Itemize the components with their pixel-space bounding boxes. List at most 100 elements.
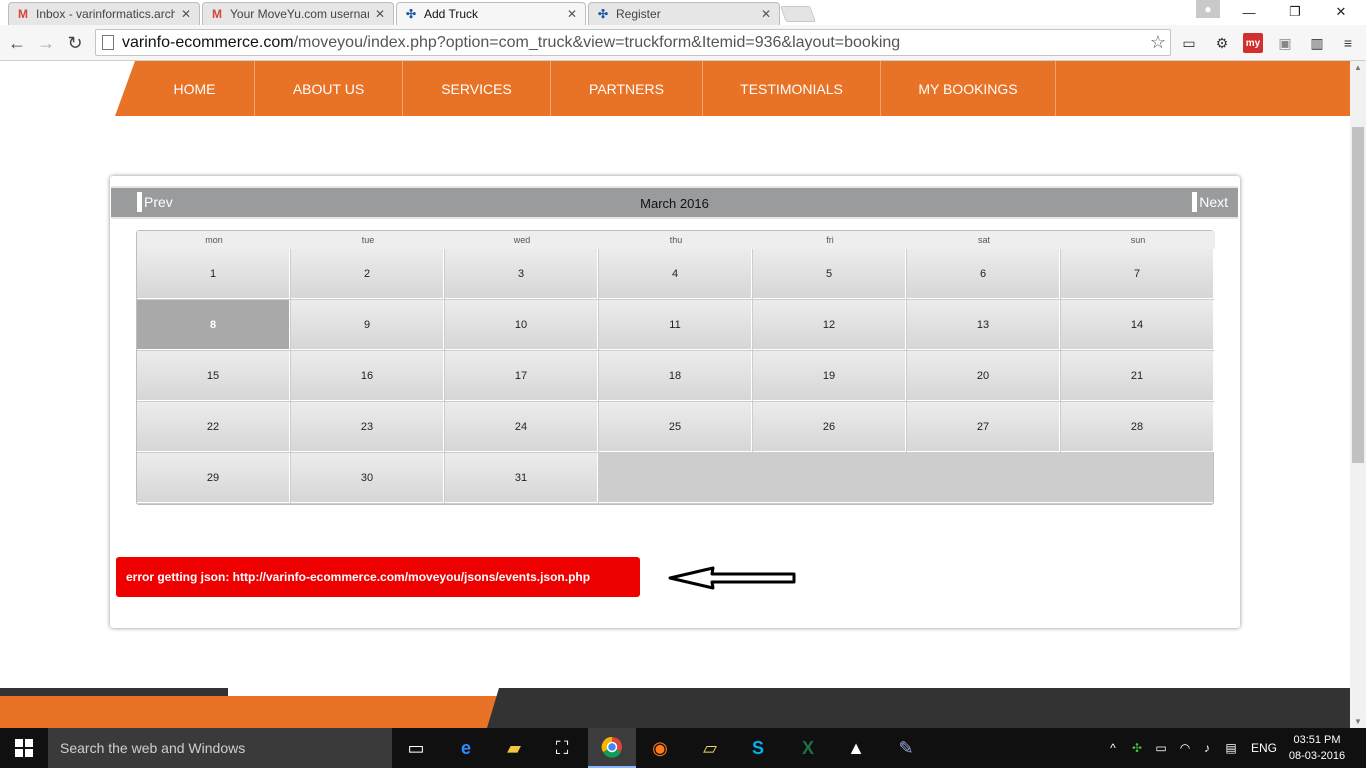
tab-add-truck[interactable]: ✣ Add Truck ✕ bbox=[396, 2, 586, 25]
extension-my-icon[interactable]: my bbox=[1243, 33, 1263, 53]
wifi-icon[interactable]: ◠ bbox=[1176, 728, 1194, 768]
calendar-day[interactable]: 15 bbox=[137, 351, 290, 401]
calendar-day[interactable]: 21 bbox=[1061, 351, 1214, 401]
calendar-day[interactable]: 16 bbox=[291, 351, 444, 401]
tab-register[interactable]: ✣ Register ✕ bbox=[588, 2, 780, 25]
close-icon[interactable]: ✕ bbox=[373, 7, 387, 21]
bookmark-star-icon[interactable]: ☆ bbox=[1150, 32, 1166, 53]
calendar-day[interactable]: 22 bbox=[137, 402, 290, 452]
calendar-empty-filler bbox=[599, 453, 1213, 503]
calendar-day[interactable]: 6 bbox=[907, 249, 1060, 299]
tab-inbox[interactable]: M Inbox - varinformatics.arch ✕ bbox=[8, 2, 200, 25]
browser-toolbar: ← → ↻ varinfo-ecommerce.com/moveyou/inde… bbox=[0, 25, 1366, 61]
cast-icon[interactable]: ▭ bbox=[1179, 33, 1199, 53]
chrome-icon[interactable] bbox=[588, 728, 636, 768]
network-share-icon[interactable]: ✣ bbox=[1128, 728, 1146, 768]
skype-icon[interactable]: S bbox=[734, 728, 782, 768]
calendar-day[interactable]: 5 bbox=[753, 249, 906, 299]
calendar-day[interactable]: 14 bbox=[1061, 300, 1214, 350]
calendar-day[interactable]: 18 bbox=[599, 351, 752, 401]
system-clock[interactable]: 03:51 PM 08-03-2016 bbox=[1284, 732, 1350, 764]
sticky-notes-icon[interactable]: ▱ bbox=[686, 728, 734, 768]
input-language[interactable]: ENG bbox=[1246, 728, 1282, 768]
restore-icon[interactable]: ❐ bbox=[1272, 0, 1318, 24]
task-view-icon[interactable]: ▭ bbox=[392, 728, 440, 768]
calendar-day[interactable]: 20 bbox=[907, 351, 1060, 401]
calendar-day[interactable]: 19 bbox=[753, 351, 906, 401]
calendar-day[interactable]: 24 bbox=[445, 402, 598, 452]
nav-item-my-bookings[interactable]: MY BOOKINGS bbox=[881, 61, 1056, 116]
photos-icon[interactable]: ▲ bbox=[832, 728, 880, 768]
calendar-day[interactable]: 26 bbox=[753, 402, 906, 452]
reload-icon[interactable]: ↻ bbox=[63, 31, 87, 55]
calendar-day[interactable]: 2 bbox=[291, 249, 444, 299]
calendar-day[interactable]: 1 bbox=[137, 249, 290, 299]
show-hidden-icons-icon[interactable]: ^ bbox=[1104, 728, 1122, 768]
calendar-day[interactable]: 13 bbox=[907, 300, 1060, 350]
calendar-day[interactable]: 10 bbox=[445, 300, 598, 350]
calendar-day[interactable]: 12 bbox=[753, 300, 906, 350]
page-scrollbar[interactable]: ▲ ▼ bbox=[1350, 61, 1366, 728]
battery-icon[interactable]: ▭ bbox=[1152, 728, 1170, 768]
scrollbar-thumb[interactable] bbox=[1352, 127, 1364, 463]
extension-books-icon[interactable]: ▥ bbox=[1307, 33, 1327, 53]
edge-browser-icon[interactable]: e bbox=[442, 728, 490, 768]
calendar-day[interactable]: 11 bbox=[599, 300, 752, 350]
calendar-day[interactable]: 23 bbox=[291, 402, 444, 452]
next-label: Next bbox=[1199, 194, 1228, 210]
scroll-up-icon[interactable]: ▲ bbox=[1354, 63, 1362, 72]
weekday-header: wed bbox=[445, 231, 599, 249]
next-month-button[interactable]: Next bbox=[1192, 192, 1228, 212]
excel-icon[interactable]: X bbox=[784, 728, 832, 768]
back-icon[interactable]: ← bbox=[5, 31, 29, 55]
settings-gear-icon[interactable]: ⚙ bbox=[1212, 33, 1232, 53]
action-center-icon[interactable]: ▤ bbox=[1222, 728, 1240, 768]
joomla-icon: ✣ bbox=[405, 7, 417, 21]
calendar-day[interactable]: 17 bbox=[445, 351, 598, 401]
main-navigation: HOME ABOUT US SERVICES PARTNERS TESTIMON… bbox=[0, 61, 1350, 116]
start-button[interactable] bbox=[0, 728, 48, 768]
calendar-day[interactable]: 30 bbox=[291, 453, 444, 503]
url-path: /moveyou/index.php?option=com_truck&view… bbox=[293, 33, 901, 51]
minimize-icon[interactable]: — bbox=[1226, 0, 1272, 24]
nav-item-testimonials[interactable]: TESTIMONIALS bbox=[703, 61, 881, 116]
extension-icon[interactable]: ▣ bbox=[1275, 33, 1295, 53]
calendar-day[interactable]: 4 bbox=[599, 249, 752, 299]
gmail-icon: M bbox=[212, 7, 222, 21]
close-window-icon[interactable]: ✕ bbox=[1318, 0, 1364, 24]
menu-icon[interactable]: ≡ bbox=[1338, 33, 1358, 53]
calendar-day[interactable]: 25 bbox=[599, 402, 752, 452]
weekday-header: tue bbox=[291, 231, 445, 249]
nav-item-services[interactable]: SERVICES bbox=[403, 61, 551, 116]
store-icon[interactable]: ⛶ bbox=[538, 728, 586, 768]
close-icon[interactable]: ✕ bbox=[565, 7, 579, 21]
close-icon[interactable]: ✕ bbox=[179, 7, 193, 21]
file-explorer-icon[interactable]: ▰ bbox=[490, 728, 538, 768]
calendar-day[interactable]: 3 bbox=[445, 249, 598, 299]
user-profile-icon[interactable]: ● bbox=[1196, 0, 1220, 18]
windows-taskbar: Search the web and Windows ▭ e ▰ ⛶ ◉ ▱ S… bbox=[0, 728, 1366, 768]
calendar-day-today[interactable]: 8 bbox=[137, 300, 290, 350]
calendar-day[interactable]: 27 bbox=[907, 402, 1060, 452]
calendar-day[interactable]: 28 bbox=[1061, 402, 1214, 452]
nav-item-about-us[interactable]: ABOUT US bbox=[255, 61, 403, 116]
tab-moveyu-username[interactable]: M Your MoveYu.com usernar ✕ bbox=[202, 2, 394, 25]
address-bar[interactable]: varinfo-ecommerce.com/moveyou/index.php?… bbox=[95, 29, 1171, 56]
calendar-day[interactable]: 29 bbox=[137, 453, 290, 503]
paint-icon[interactable]: ✎ bbox=[882, 728, 930, 768]
calendar-day[interactable]: 9 bbox=[291, 300, 444, 350]
url-host: varinfo-ecommerce.com bbox=[122, 33, 294, 51]
nav-item-home[interactable]: HOME bbox=[135, 61, 255, 116]
close-icon[interactable]: ✕ bbox=[759, 7, 773, 21]
firefox-icon[interactable]: ◉ bbox=[636, 728, 684, 768]
forward-icon[interactable]: → bbox=[34, 31, 58, 55]
new-tab-button[interactable] bbox=[780, 6, 816, 22]
clock-date: 08-03-2016 bbox=[1288, 750, 1346, 762]
tab-strip: M Inbox - varinformatics.arch ✕ M Your M… bbox=[0, 0, 1366, 25]
scroll-down-icon[interactable]: ▼ bbox=[1354, 717, 1362, 726]
volume-icon[interactable]: ♪ bbox=[1198, 728, 1216, 768]
calendar-day[interactable]: 7 bbox=[1061, 249, 1214, 299]
calendar-day[interactable]: 31 bbox=[445, 453, 598, 503]
taskbar-search-input[interactable]: Search the web and Windows bbox=[48, 728, 392, 768]
nav-item-partners[interactable]: PARTNERS bbox=[551, 61, 703, 116]
